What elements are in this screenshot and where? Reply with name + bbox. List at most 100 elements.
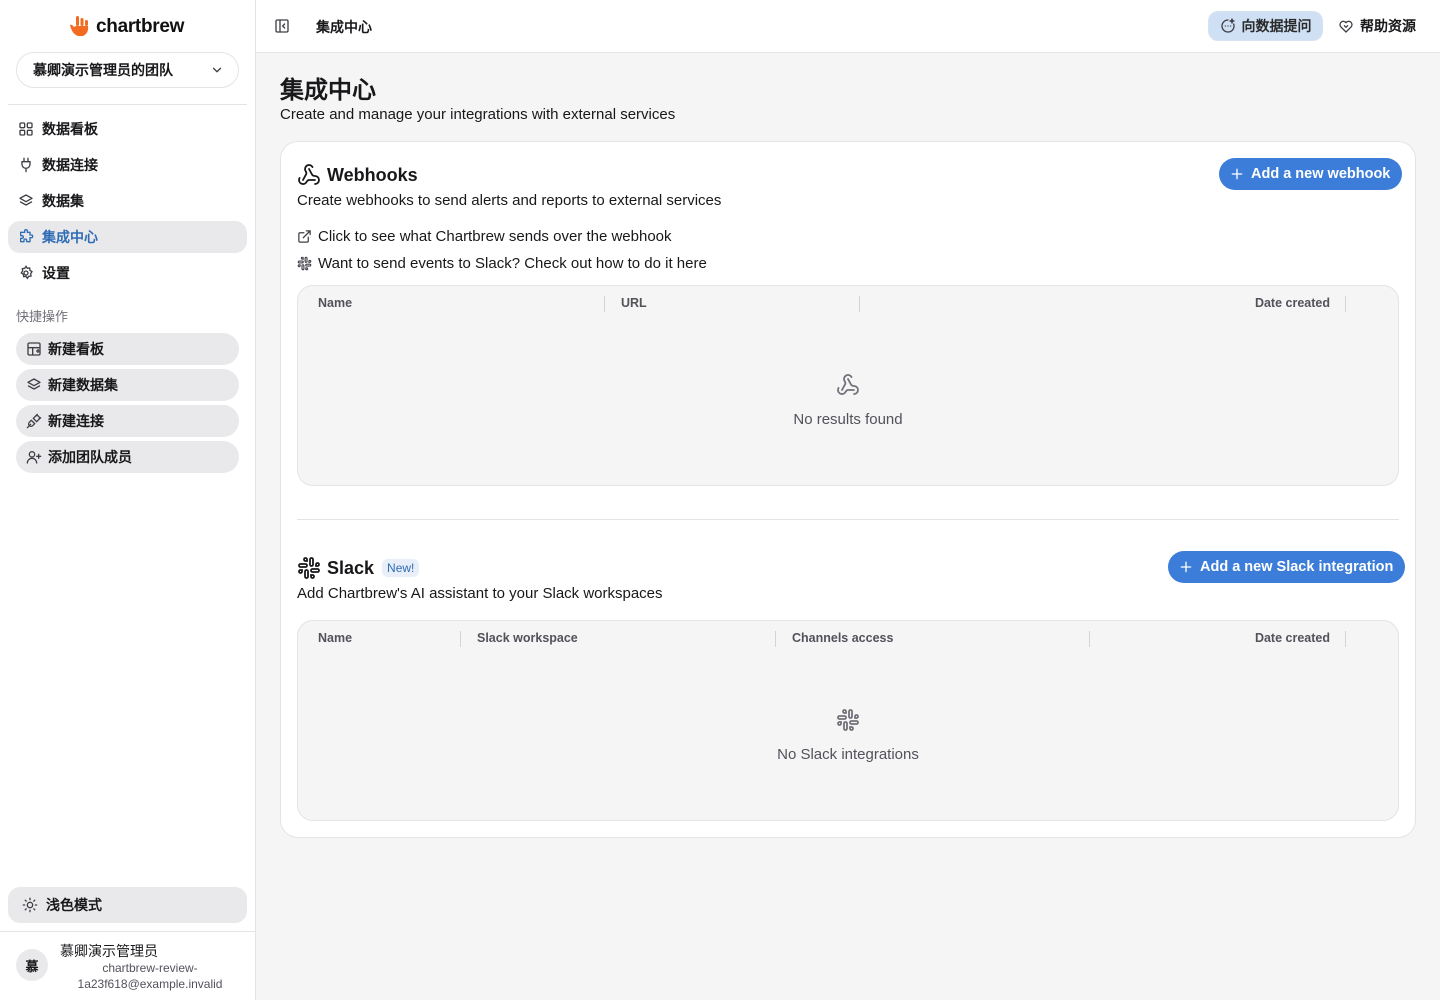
- quick-action-label: 新建数据集: [48, 377, 118, 393]
- quick-actions-label: 快捷操作: [16, 309, 69, 324]
- webhooks-description: Create webhooks to send alerts and repor…: [297, 192, 722, 209]
- page-subtitle: Create and manage your integrations with…: [280, 106, 676, 123]
- webhook-icon: [836, 373, 860, 397]
- board-add-icon: [26, 341, 42, 357]
- chartbrew-logo-icon: [68, 15, 92, 39]
- page-title: 集成中心: [280, 77, 376, 104]
- user-email: chartbrew-review-1a23f618@example.invali…: [77, 961, 223, 991]
- team-name: 慕卿演示管理员的团队: [33, 62, 173, 78]
- slack-events-link[interactable]: Want to send events to Slack? Check out …: [297, 255, 707, 272]
- plug-icon: [18, 157, 34, 173]
- column-divider: [1345, 296, 1346, 312]
- add-team-member-button[interactable]: 添加团队成员: [16, 441, 239, 473]
- avatar[interactable]: 慕: [16, 949, 48, 981]
- ask-data-label: 向数据提问: [1241, 18, 1312, 34]
- slack-icon: [836, 708, 860, 732]
- team-selector[interactable]: 慕卿演示管理员的团队: [16, 52, 239, 88]
- quick-actions: 新建看板 新建数据集 新建连接 添加团队成员: [16, 333, 239, 477]
- breadcrumb: 集成中心: [316, 19, 372, 35]
- column-header-date-created[interactable]: Date created: [1255, 631, 1330, 645]
- heart-hand-icon: [1338, 18, 1354, 34]
- plug-connect-icon: [26, 413, 42, 429]
- webhook-icon: [297, 163, 321, 187]
- plus-icon: [1229, 166, 1245, 182]
- slack-table: Name Slack workspace Channels access Dat…: [297, 620, 1399, 821]
- add-webhook-button[interactable]: Add a new webhook: [1219, 158, 1403, 190]
- puzzle-icon: [18, 229, 34, 245]
- new-connection-button[interactable]: 新建连接: [16, 405, 239, 437]
- help-resources-label: 帮助资源: [1360, 18, 1416, 34]
- add-slack-integration-button[interactable]: Add a new Slack integration: [1168, 551, 1406, 583]
- column-divider: [859, 296, 860, 312]
- new-dashboard-button[interactable]: 新建看板: [16, 333, 239, 365]
- sidebar-divider: [8, 104, 247, 105]
- webhooks-table: Name URL Date created No results found: [297, 285, 1399, 486]
- slack-empty-state: No Slack integrations: [298, 708, 1398, 763]
- slack-icon: [297, 256, 312, 271]
- section-divider: [297, 519, 1399, 520]
- user-name: 慕卿演示管理员: [60, 943, 158, 959]
- sidebar-item-label: 数据集: [42, 193, 84, 209]
- plus-icon: [1178, 559, 1194, 575]
- sidebar-collapse-button[interactable]: [274, 18, 290, 34]
- webhook-payload-link-label: Click to see what Chartbrew sends over t…: [318, 228, 672, 245]
- column-header-slack-workspace[interactable]: Slack workspace: [477, 631, 578, 645]
- webhooks-empty-text: No results found: [793, 411, 903, 428]
- column-header-date-created[interactable]: Date created: [1255, 296, 1330, 310]
- sidebar-item-integrations[interactable]: 集成中心: [8, 221, 247, 253]
- column-divider: [460, 631, 461, 647]
- user-add-icon: [26, 449, 42, 465]
- chevron-down-icon: [210, 63, 224, 77]
- sidebar-item-connections[interactable]: 数据连接: [8, 149, 247, 181]
- logo[interactable]: chartbrew: [68, 14, 184, 40]
- logo-text: chartbrew: [96, 16, 185, 37]
- slack-empty-text: No Slack integrations: [777, 746, 919, 763]
- grid-icon: [18, 121, 34, 137]
- add-slack-integration-label: Add a new Slack integration: [1200, 559, 1394, 575]
- gear-icon: [18, 265, 34, 281]
- ask-data-button[interactable]: 向数据提问: [1208, 11, 1323, 41]
- sidebar-footer-divider: [0, 931, 255, 932]
- column-header-url[interactable]: URL: [621, 296, 647, 310]
- slack-icon: [297, 556, 321, 580]
- sun-icon: [22, 897, 38, 913]
- column-header-channels-access[interactable]: Channels access: [792, 631, 893, 645]
- add-webhook-label: Add a new webhook: [1251, 166, 1391, 182]
- external-link-icon: [297, 229, 312, 244]
- sidebar-nav: 数据看板 数据连接 数据集 集成中心 设置: [8, 113, 247, 293]
- quick-action-label: 添加团队成员: [48, 449, 132, 465]
- sidebar-item-settings[interactable]: 设置: [8, 257, 247, 289]
- slack-events-link-label: Want to send events to Slack? Check out …: [318, 255, 707, 272]
- theme-label: 浅色模式: [46, 897, 102, 913]
- column-divider: [1089, 631, 1090, 647]
- quick-action-label: 新建看板: [48, 341, 104, 357]
- webhooks-empty-state: No results found: [298, 373, 1398, 428]
- sidebar-item-label: 设置: [42, 265, 70, 281]
- layers-icon: [26, 377, 42, 393]
- topbar: 集成中心 向数据提问 帮助资源: [256, 0, 1440, 53]
- sidebar: chartbrew 慕卿演示管理员的团队 数据看板 数据连接 数据集 集成中心 …: [0, 0, 256, 1000]
- slack-header: Slack New!: [297, 556, 420, 580]
- sidebar-toggle-icon: [274, 18, 290, 34]
- theme-toggle[interactable]: 浅色模式: [8, 887, 247, 923]
- slack-title: Slack: [327, 557, 375, 578]
- column-header-name[interactable]: Name: [318, 296, 352, 310]
- integrations-card: Webhooks Create webhooks to send alerts …: [280, 141, 1416, 838]
- quick-action-label: 新建连接: [48, 413, 104, 429]
- sidebar-item-label: 数据连接: [42, 157, 98, 173]
- layers-icon: [18, 193, 34, 209]
- sidebar-item-label: 数据看板: [42, 121, 98, 137]
- help-resources-button[interactable]: 帮助资源: [1338, 16, 1416, 36]
- column-divider: [775, 631, 776, 647]
- new-badge: New!: [382, 559, 420, 577]
- sidebar-item-datasets[interactable]: 数据集: [8, 185, 247, 217]
- slack-description: Add Chartbrew's AI assistant to your Sla…: [297, 585, 663, 602]
- column-divider: [604, 296, 605, 312]
- sidebar-item-dashboards[interactable]: 数据看板: [8, 113, 247, 145]
- column-divider: [1345, 631, 1346, 647]
- sidebar-item-label: 集成中心: [42, 229, 98, 245]
- webhooks-header: Webhooks: [297, 163, 418, 187]
- new-dataset-button[interactable]: 新建数据集: [16, 369, 239, 401]
- column-header-name[interactable]: Name: [318, 631, 352, 645]
- webhook-payload-link[interactable]: Click to see what Chartbrew sends over t…: [297, 228, 672, 245]
